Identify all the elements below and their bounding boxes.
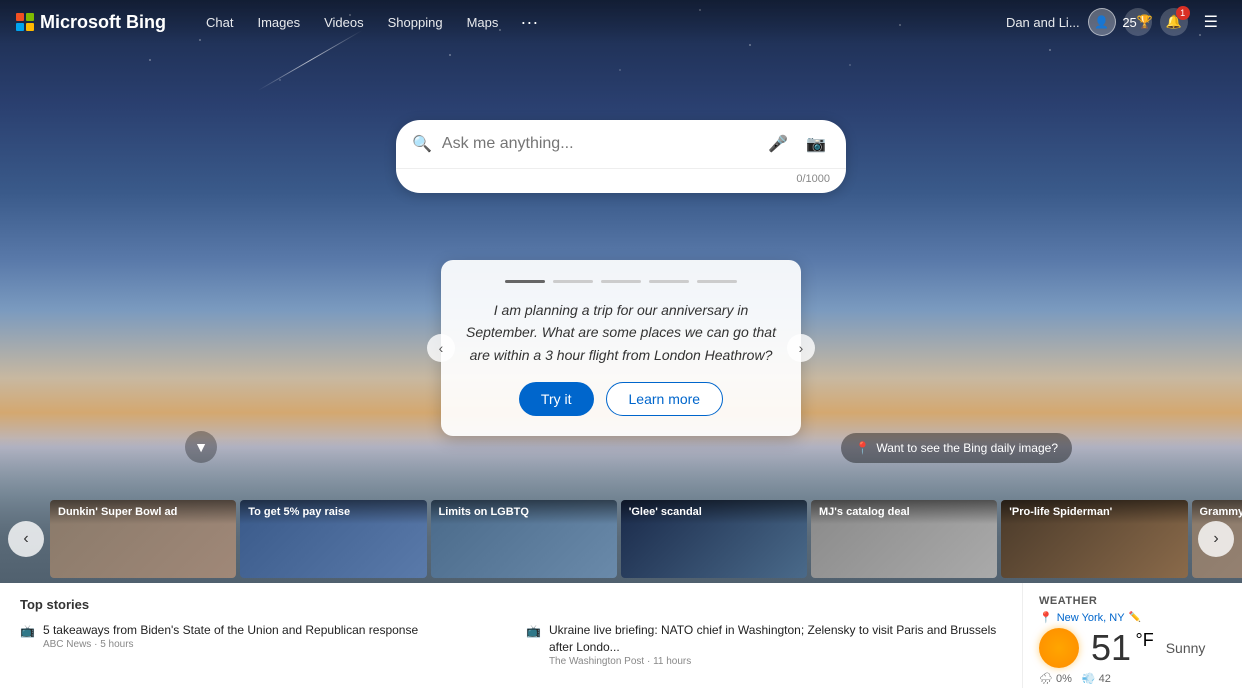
- news-item-content-1: Ukraine live briefing: NATO chief in Was…: [549, 622, 1002, 667]
- sun-icon: [1039, 628, 1079, 668]
- news-card-1[interactable]: To get 5% pay raise: [240, 500, 426, 578]
- dot-3: [601, 280, 641, 283]
- nav-videos[interactable]: Videos: [314, 11, 374, 34]
- weather-main: 51 °F Sunny: [1039, 628, 1226, 668]
- news-icon-0: 📺: [20, 624, 35, 638]
- weather-unit: °F: [1136, 630, 1154, 650]
- weather-panel: WEATHER 📍 New York, NY ✏️ 51 °F Sunny 🌧 …: [1022, 583, 1242, 688]
- dot-1: [505, 280, 545, 283]
- news-panel: Top stories 📺 5 takeaways from Biden's S…: [0, 583, 1022, 688]
- suggestion-dots: [465, 280, 777, 283]
- news-label-4: MJ's catalog deal: [811, 500, 997, 524]
- edit-location-icon[interactable]: ✏️: [1129, 612, 1141, 623]
- scroll-down-button[interactable]: ▼: [185, 431, 217, 463]
- nav-more-button[interactable]: ···: [512, 8, 546, 37]
- rewards-score: 25: [1122, 15, 1136, 30]
- news-items: 📺 5 takeaways from Biden's State of the …: [20, 622, 1002, 667]
- learn-more-button[interactable]: Learn more: [606, 382, 724, 416]
- nav-maps[interactable]: Maps: [457, 11, 509, 34]
- bing-logo-text: Microsoft Bing: [40, 12, 166, 33]
- news-card-0[interactable]: Dunkin' Super Bowl ad: [50, 500, 236, 578]
- nav-chat[interactable]: Chat: [196, 11, 243, 34]
- rewards-button[interactable]: 25 🏆: [1124, 8, 1152, 36]
- rain-icon: 🌧: [1039, 672, 1053, 685]
- news-item-1[interactable]: 📺 Ukraine live briefing: NATO chief in W…: [526, 622, 1002, 667]
- dot-5: [697, 280, 737, 283]
- news-card-5[interactable]: 'Pro-life Spiderman': [1001, 500, 1187, 578]
- news-label-0: Dunkin' Super Bowl ad: [50, 500, 236, 524]
- char-count: 0/1000: [396, 168, 846, 193]
- notifications-button[interactable]: 🔔 1: [1160, 8, 1188, 36]
- news-icon-1: 📺: [526, 624, 541, 638]
- news-carousel: ‹ Dunkin' Super Bowl ad To get 5% pay ra…: [0, 500, 1242, 578]
- news-label-3: 'Glee' scandal: [621, 500, 807, 524]
- news-source-1: The Washington Post · 11 hours: [549, 656, 1002, 667]
- news-label-1: To get 5% pay raise: [240, 500, 426, 524]
- suggestion-prev-button[interactable]: ‹: [427, 334, 455, 362]
- suggestion-actions: Try it Learn more: [465, 382, 777, 416]
- navbar: Microsoft Bing Chat Images Videos Shoppi…: [0, 0, 1242, 44]
- user-name: Dan and Li...: [1006, 15, 1080, 30]
- weather-condition: Sunny: [1166, 640, 1206, 656]
- precip-value: 0%: [1056, 673, 1072, 685]
- microsoft-logo: [16, 13, 34, 31]
- search-inner: 🔍 🎤 📷: [396, 120, 846, 168]
- menu-button[interactable]: ☰: [1196, 8, 1226, 36]
- wind-detail: 💨 42: [1082, 672, 1111, 685]
- daily-image-button[interactable]: 📍 Want to see the Bing daily image?: [841, 433, 1072, 463]
- weather-temp-block: 51 °F: [1091, 630, 1154, 666]
- carousel-next-button[interactable]: ›: [1198, 521, 1234, 557]
- location-pin-icon: 📍: [1039, 611, 1053, 624]
- search-icon: 🔍: [412, 134, 432, 154]
- logo-sq4: [26, 23, 34, 31]
- news-source-0: ABC News · 5 hours: [43, 639, 418, 650]
- precip-detail: 🌧 0%: [1039, 672, 1072, 685]
- logo-sq2: [26, 13, 34, 21]
- search-container: 🔍 🎤 📷 0/1000: [396, 120, 846, 193]
- microphone-button[interactable]: 🎤: [764, 130, 792, 158]
- news-card-3[interactable]: 'Glee' scandal: [621, 500, 807, 578]
- dot-4: [649, 280, 689, 283]
- bottom-panels: Top stories 📺 5 takeaways from Biden's S…: [0, 583, 1242, 688]
- camera-button[interactable]: 📷: [802, 130, 830, 158]
- rewards-icon: 🏆: [1137, 14, 1153, 30]
- news-panel-title: Top stories: [20, 597, 1002, 612]
- suggestion-next-button[interactable]: ›: [787, 334, 815, 362]
- wind-value: 42: [1099, 673, 1111, 685]
- suggestion-card: ‹ › I am planning a trip for our anniver…: [441, 260, 801, 436]
- weather-title: WEATHER: [1039, 595, 1226, 607]
- search-input[interactable]: [442, 135, 754, 153]
- search-box: 🔍 🎤 📷 0/1000: [396, 120, 846, 193]
- news-card-2[interactable]: Limits on LGBTQ: [431, 500, 617, 578]
- news-cards: Dunkin' Super Bowl ad To get 5% pay rais…: [0, 500, 1242, 578]
- logo[interactable]: Microsoft Bing: [16, 12, 166, 33]
- dot-2: [553, 280, 593, 283]
- nav-links: Chat Images Videos Shopping Maps ···: [196, 8, 1006, 37]
- suggestion-text: I am planning a trip for our anniversary…: [465, 299, 777, 366]
- nav-images[interactable]: Images: [247, 11, 310, 34]
- news-headline-0: 5 takeaways from Biden's State of the Un…: [43, 622, 418, 639]
- try-it-button[interactable]: Try it: [519, 382, 594, 416]
- news-item-0[interactable]: 📺 5 takeaways from Biden's State of the …: [20, 622, 496, 667]
- weather-temperature: 51: [1091, 627, 1131, 668]
- map-pin-icon: 📍: [855, 441, 870, 455]
- daily-image-label: Want to see the Bing daily image?: [876, 441, 1058, 455]
- weather-location[interactable]: 📍 New York, NY ✏️: [1039, 611, 1226, 624]
- news-item-content-0: 5 takeaways from Biden's State of the Un…: [43, 622, 418, 650]
- notification-badge: 1: [1176, 6, 1190, 20]
- news-card-4[interactable]: MJ's catalog deal: [811, 500, 997, 578]
- nav-shopping[interactable]: Shopping: [378, 11, 453, 34]
- navbar-right: Dan and Li... 👤 25 🏆 🔔 1 ☰: [1006, 8, 1226, 36]
- news-headline-1: Ukraine live briefing: NATO chief in Was…: [549, 622, 1002, 656]
- logo-sq3: [16, 23, 24, 31]
- logo-sq1: [16, 13, 24, 21]
- news-label-5: 'Pro-life Spiderman': [1001, 500, 1187, 524]
- news-label-2: Limits on LGBTQ: [431, 500, 617, 524]
- weather-details: 🌧 0% 💨 42: [1039, 672, 1226, 685]
- user-avatar[interactable]: 👤: [1088, 8, 1116, 36]
- wind-icon: 💨: [1082, 672, 1096, 685]
- carousel-prev-button[interactable]: ‹: [8, 521, 44, 557]
